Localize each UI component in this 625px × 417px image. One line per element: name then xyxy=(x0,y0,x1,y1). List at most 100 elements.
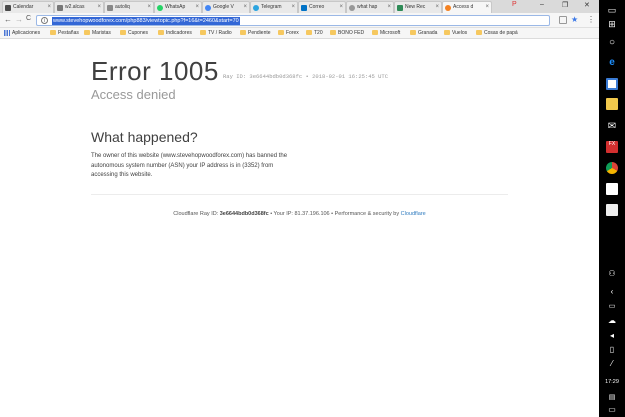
close-tab-icon[interactable]: × xyxy=(435,4,439,10)
notifications-icon[interactable]: ▭ xyxy=(606,404,618,416)
edge-icon[interactable]: e xyxy=(606,57,618,69)
footer-ray-id: 3e6644bdb0d368fc xyxy=(219,211,269,217)
calendar-icon xyxy=(5,5,11,11)
tab-label: autoliq xyxy=(115,4,130,10)
close-tab-icon[interactable]: × xyxy=(339,4,343,10)
telegram-icon xyxy=(253,5,259,11)
tab-correo[interactable]: Correo × xyxy=(298,1,346,13)
bookmark-label: Indicadores xyxy=(166,30,192,36)
bookmark-label: Microsoft xyxy=(380,30,401,36)
tab-whatsapp[interactable]: WhatsAp × xyxy=(154,1,202,13)
close-tab-icon[interactable]: × xyxy=(387,4,391,10)
close-window-button[interactable]: ✕ xyxy=(584,1,590,9)
folder-icon xyxy=(330,30,336,35)
access-denied-subtitle: Access denied xyxy=(91,87,176,102)
volume-icon[interactable]: ◂ xyxy=(606,330,618,342)
explanation-text: The owner of this website (www.stevehopw… xyxy=(91,153,288,178)
start-icon[interactable]: ⊞ xyxy=(606,18,618,30)
close-tab-icon[interactable]: × xyxy=(243,4,247,10)
bookmarks-bar: Aplicaciones Pestañas Maristas Cupones I… xyxy=(0,28,599,39)
tab-label: Telegram xyxy=(261,4,282,10)
bookmark-folder[interactable]: BONO FED xyxy=(330,30,364,36)
browser-toolbar: ← → C i www.stevehopwoodforex.com/php883… xyxy=(0,13,599,28)
mail-icon[interactable]: ✉ xyxy=(606,121,618,133)
folder-icon xyxy=(278,30,284,35)
close-tab-icon[interactable]: × xyxy=(291,4,295,10)
bookmark-folder[interactable]: Microsoft xyxy=(372,30,400,36)
back-button[interactable]: ← xyxy=(4,15,12,24)
bookmark-folder[interactable]: T20 xyxy=(306,30,323,36)
tab-calendar[interactable]: Calendar × xyxy=(2,1,54,13)
bookmark-label: TV / Radio xyxy=(208,30,232,36)
minimize-button[interactable]: – xyxy=(540,1,544,8)
bookmark-folder[interactable]: Indicadores xyxy=(158,30,192,36)
bookmark-folder[interactable]: Cosas de papá xyxy=(476,30,518,36)
bookmark-label: Pestañas xyxy=(58,30,79,36)
keyboard-icon[interactable]: ▤ xyxy=(606,392,618,404)
tab-w2[interactable]: w2.alcas × xyxy=(54,1,104,13)
bookmark-label: Aplicaciones xyxy=(12,30,41,36)
bookmark-folder[interactable]: Vuelos xyxy=(444,30,467,36)
close-tab-icon[interactable]: × xyxy=(47,4,51,10)
folder-icon xyxy=(476,30,482,35)
bookmark-label: Forex xyxy=(286,30,299,36)
k-app-icon[interactable] xyxy=(606,183,618,195)
tab-label: Google V xyxy=(213,4,234,10)
tab-autoliq[interactable]: autoliq × xyxy=(104,1,154,13)
tab-new-rec[interactable]: New Rec × xyxy=(394,1,442,13)
bookmark-folder[interactable]: Pestañas xyxy=(50,30,79,36)
restore-button[interactable]: ❐ xyxy=(562,1,568,9)
close-tab-icon[interactable]: × xyxy=(147,4,151,10)
bookmark-folder[interactable]: Granada xyxy=(410,30,437,36)
tab-access-denied[interactable]: Access d × xyxy=(442,1,492,13)
chrome-icon[interactable] xyxy=(606,162,618,174)
action-center-icon[interactable]: ▭ xyxy=(606,4,618,16)
bookmark-folder[interactable]: Pendiente xyxy=(240,30,271,36)
bookmark-apps[interactable]: Aplicaciones xyxy=(4,30,40,36)
bookmark-label: T20 xyxy=(314,30,323,36)
tab-what-happened[interactable]: what hap × xyxy=(346,1,394,13)
profile-icon[interactable]: P xyxy=(512,1,517,8)
fx-app-icon[interactable]: FX xyxy=(606,141,618,153)
chrome-menu-icon[interactable]: ⋮ xyxy=(587,15,595,24)
tab-label: w2.alcas xyxy=(65,4,85,10)
bookmark-star-icon[interactable]: ★ xyxy=(571,15,578,24)
store-icon[interactable] xyxy=(606,78,618,90)
windows-taskbar: ▭ ⊞ ○ e ✉ FX ⚇ ‹ ▭ ☁ ◂ ▯ ⁄ 17:29 ▤ ▭ xyxy=(599,0,625,417)
cloud-icon[interactable]: ☁ xyxy=(606,315,618,327)
bookmark-folder[interactable]: TV / Radio xyxy=(200,30,232,36)
reload-button[interactable]: C xyxy=(26,15,31,22)
wifi-icon[interactable]: ⁄ xyxy=(606,358,618,370)
ray-id-timestamp: Ray ID: 3e6644bdb0d368fc • 2018-02-01 16… xyxy=(223,73,389,80)
forward-button[interactable]: → xyxy=(15,15,23,24)
folder-icon xyxy=(240,30,246,35)
close-tab-icon[interactable]: × xyxy=(195,4,199,10)
google-g-icon xyxy=(349,5,355,11)
tab-google[interactable]: Google V × xyxy=(202,1,250,13)
tab-telegram[interactable]: Telegram × xyxy=(250,1,298,13)
close-tab-icon[interactable]: × xyxy=(97,4,101,10)
folder-icon xyxy=(158,30,164,35)
extension-icon[interactable] xyxy=(559,16,567,24)
bookmark-folder[interactable]: Cupones xyxy=(120,30,148,36)
bookmark-label: Pendiente xyxy=(248,30,271,36)
network-icon[interactable]: ▭ xyxy=(606,301,618,313)
address-bar[interactable]: i www.stevehopwoodforex.com/php883/viewt… xyxy=(36,15,550,26)
chevron-up-icon[interactable]: ‹ xyxy=(606,286,618,298)
tab-label: Calendar xyxy=(13,4,34,10)
cloudflare-link[interactable]: Cloudflare xyxy=(401,211,426,217)
folder-icon xyxy=(372,30,378,35)
bookmark-folder[interactable]: Maristas xyxy=(84,30,111,36)
bookmark-label: BONO FED xyxy=(338,30,365,36)
file-explorer-icon[interactable] xyxy=(606,98,618,110)
close-tab-icon[interactable]: × xyxy=(485,4,489,10)
bookmark-label: Cosas de papá xyxy=(484,30,518,36)
people-icon[interactable]: ⚇ xyxy=(606,268,618,280)
notes-app-icon[interactable] xyxy=(606,204,618,216)
search-icon[interactable]: ○ xyxy=(606,37,618,49)
bookmark-folder[interactable]: Forex xyxy=(278,30,299,36)
taskbar-clock[interactable]: 17:29 xyxy=(599,379,625,385)
url-text[interactable]: www.stevehopwoodforex.com/php883/viewtop… xyxy=(52,17,240,25)
battery-icon[interactable]: ▯ xyxy=(606,344,618,356)
info-icon[interactable]: i xyxy=(41,17,48,24)
